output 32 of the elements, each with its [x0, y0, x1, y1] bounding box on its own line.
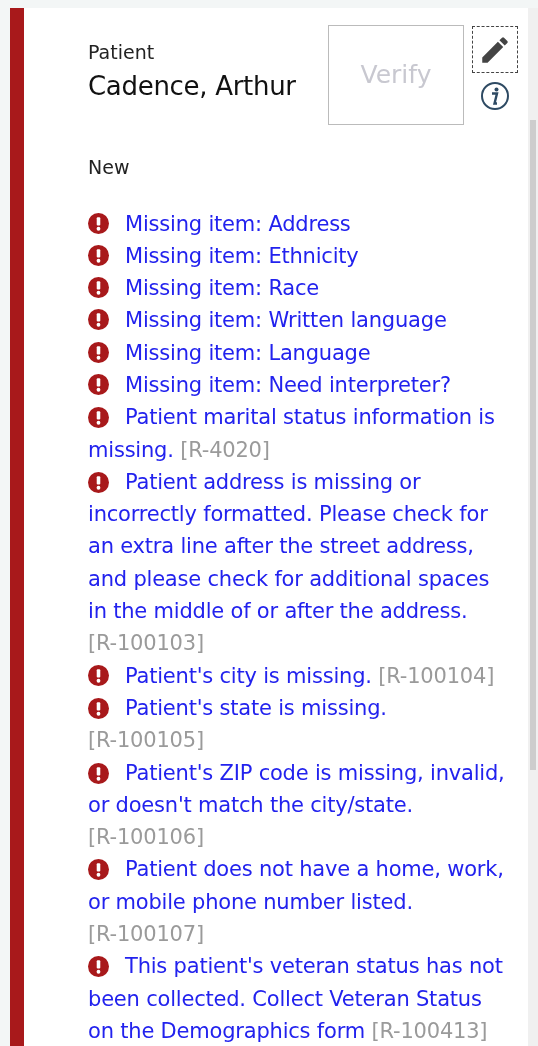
- info-icon[interactable]: [480, 81, 510, 111]
- validation-message[interactable]: Patient does not have a home, work, or mobile phone number listed. [R-100107]: [88, 853, 506, 951]
- edit-icon[interactable]: [472, 26, 518, 73]
- error-icon: [88, 471, 109, 493]
- error-icon: [88, 212, 109, 234]
- validation-message[interactable]: Missing item: Need interpreter?: [125, 369, 451, 402]
- error-icon: [88, 762, 109, 784]
- patient-name: Cadence, Arthur: [88, 69, 297, 103]
- validation-message[interactable]: Missing item: Language: [125, 336, 371, 369]
- error-icon: [88, 244, 109, 266]
- error-icon: [88, 697, 109, 719]
- error-icon: [88, 374, 109, 395]
- validation-message[interactable]: Patient's city is missing. [R-100104]: [125, 659, 495, 692]
- validation-message[interactable]: Missing item: Ethnicity: [125, 239, 359, 273]
- error-icon: [88, 277, 109, 299]
- validation-message[interactable]: Patient's state is missing. [R-100105]: [88, 691, 506, 757]
- error-icon: [88, 859, 109, 881]
- validation-message[interactable]: Missing item: Written language: [125, 304, 447, 337]
- patient-label: Patient: [88, 40, 156, 65]
- validation-message[interactable]: This patient's veteran status has not been collected. Collect Veteran Status on the Demographics form [R-100413]: [88, 950, 506, 1046]
- error-icon: [88, 956, 109, 978]
- validation-message[interactable]: Patient address is missing or incorrectly formatted. Please check for an extra line after the street address, and please check for additional spaces in the middle of or after the address. [R-100103]: [88, 465, 506, 660]
- scrollbar-thumb[interactable]: [530, 120, 536, 770]
- validation-message[interactable]: Missing item: Race: [125, 272, 320, 305]
- error-icon: [88, 407, 109, 429]
- validation-message[interactable]: Patient's ZIP code is missing, invalid, or doesn't match the city/state. [R-100106]: [88, 756, 506, 854]
- patient-status: New: [88, 155, 131, 180]
- error-icon: [88, 664, 109, 686]
- validation-message[interactable]: Patient marital status information is missing. [R-4020]: [88, 401, 506, 466]
- validation-message[interactable]: Missing item: Address: [125, 207, 351, 240]
- error-icon: [88, 341, 109, 363]
- error-icon: [88, 309, 109, 331]
